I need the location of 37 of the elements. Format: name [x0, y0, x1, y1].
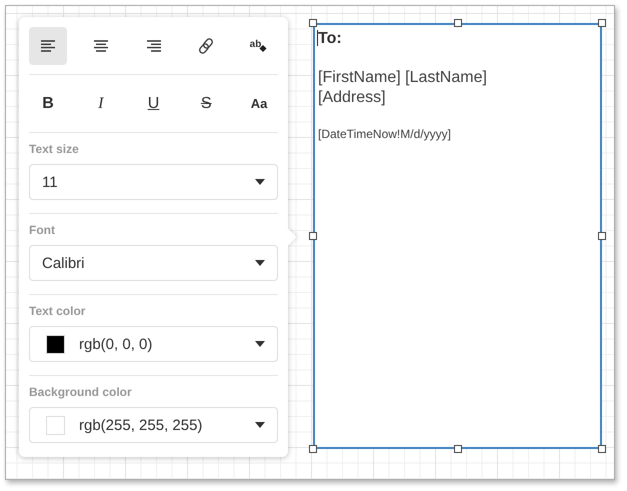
- resize-handle[interactable]: [309, 445, 317, 453]
- field-label: Font: [29, 223, 56, 237]
- resize-handle[interactable]: [598, 19, 606, 27]
- resize-handle[interactable]: [454, 19, 462, 27]
- align-center-icon: [92, 40, 109, 52]
- text-line: [FirstName] [LastName]: [318, 68, 488, 88]
- link-icon: [197, 36, 216, 54]
- text-block[interactable]: To: [FirstName] [LastName] [Address] [DateTimeNow!M/d/yyyy]: [313, 23, 602, 449]
- resize-handle[interactable]: [309, 232, 317, 240]
- align-left-button[interactable]: [29, 26, 67, 64]
- text-line: To:: [318, 29, 343, 49]
- align-right-icon: [146, 40, 162, 52]
- case-button[interactable]: Aa: [240, 84, 278, 122]
- dropdown-field[interactable]: rgb(255, 255, 255): [29, 407, 278, 443]
- resize-handle[interactable]: [598, 445, 606, 453]
- field-label: Text size: [29, 142, 80, 156]
- caret-icon: [255, 341, 265, 347]
- resize-handle[interactable]: [454, 445, 462, 453]
- caret-icon: [255, 179, 265, 185]
- text-line: [Address]: [318, 88, 387, 108]
- dropdown-field[interactable]: 11: [29, 164, 278, 200]
- caret-icon: [255, 260, 265, 266]
- field-label: Text color: [29, 304, 86, 318]
- caret-icon: [255, 422, 265, 428]
- strike-button[interactable]: S: [187, 84, 226, 122]
- clear-format-button[interactable]: ab: [240, 26, 278, 64]
- field-label: Background color: [29, 385, 133, 399]
- dropdown-field[interactable]: rgb(0, 0, 0): [29, 326, 278, 362]
- align-left-icon: [40, 40, 56, 52]
- italic-button[interactable]: I: [82, 84, 120, 122]
- dropdown-field[interactable]: Calibri: [29, 245, 278, 281]
- underline-button[interactable]: U: [134, 84, 172, 122]
- resize-handle[interactable]: [598, 232, 606, 240]
- text-line: [DateTimeNow!M/d/yyyy]: [318, 127, 452, 142]
- resize-handle[interactable]: [309, 19, 317, 27]
- text-cursor: [317, 30, 318, 46]
- bold-button[interactable]: B: [29, 84, 67, 122]
